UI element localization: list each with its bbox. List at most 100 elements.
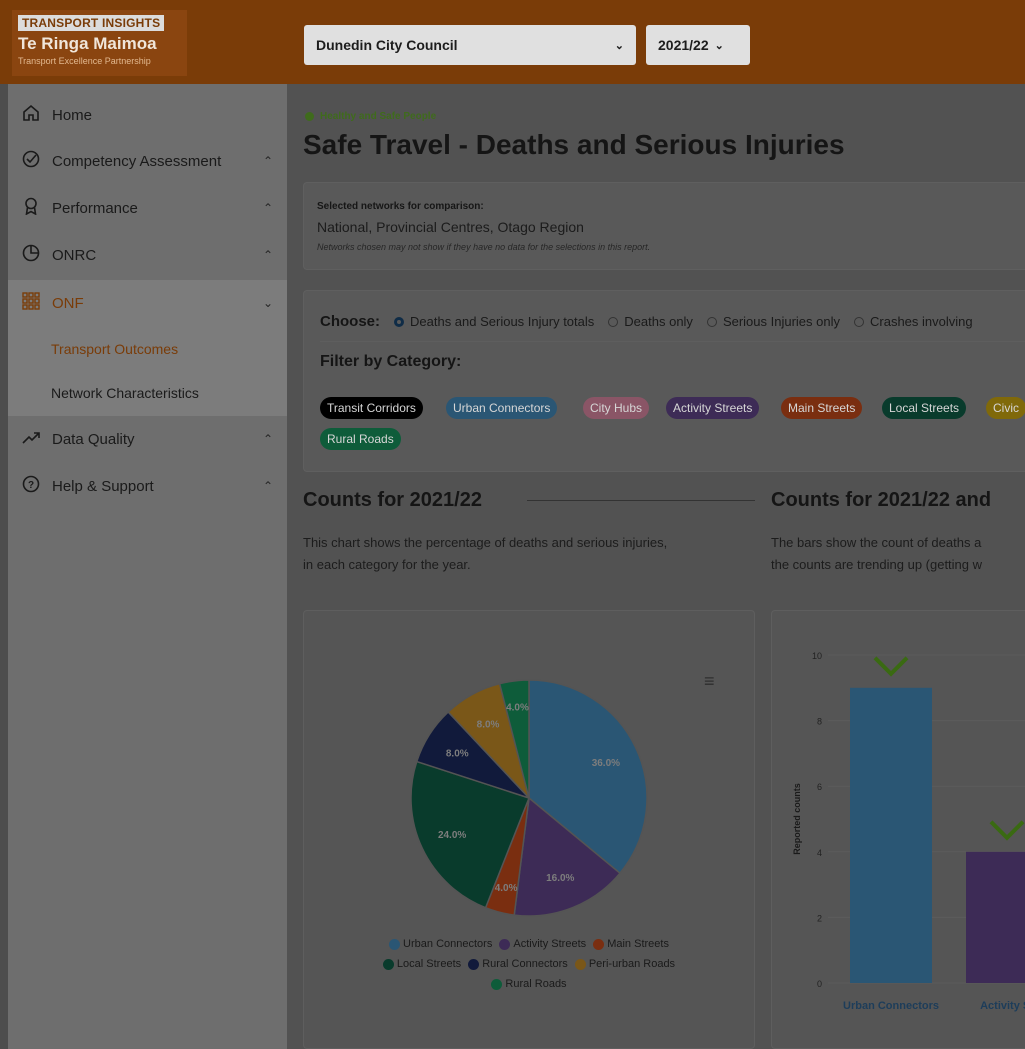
pie-data-label: 24.0% [438, 830, 466, 841]
legend-swatch [491, 979, 503, 990]
legend-item-rural-roads[interactable]: Rural Roads [491, 976, 567, 993]
radio-label: Serious Injuries only [722, 314, 840, 329]
left-desc-line2: in each category for the year. [303, 557, 471, 572]
chip-main-streets[interactable]: Main Streets [781, 397, 863, 419]
legend-label: Local Streets [396, 958, 462, 970]
y-axis-label: Reported counts [792, 783, 802, 855]
brand-line1: TRANSPORT INSIGHTS [18, 15, 165, 31]
sidebar-subitem-network-characteristics[interactable]: Network Characteristics [51, 385, 199, 401]
y-tick-label: 2 [817, 913, 822, 923]
legend-swatch [574, 959, 586, 970]
sidebar-item-home[interactable]: Home [8, 92, 287, 138]
sidebar-item-label: Competency Assessment [52, 152, 222, 170]
y-tick-label: 8 [817, 717, 822, 727]
right-section-desc: The bars show the count of deaths a the … [771, 532, 1025, 576]
filter-card: Choose: Deaths and Serious Injury totals… [303, 290, 1025, 472]
y-tick-label: 6 [817, 782, 822, 792]
choose-label: Choose: [320, 313, 380, 330]
pie-data-label: 4.0% [506, 703, 529, 714]
year-select-value: 2021/22 [658, 37, 709, 53]
pie-chart-card: ≡ 36.0% 16.0% 4.0% 24.0% 8.0% 8.0% 4.0% Urban … [303, 610, 755, 1049]
legend-item-local-streets[interactable]: Local Streets [382, 956, 462, 973]
sidebar-item-onrc[interactable]: ONRC ⌃ [8, 232, 287, 278]
sidebar-item-label: Help & Support [52, 477, 154, 495]
left-desc-line1: This chart shows the percentage of death… [303, 535, 668, 550]
chevron-down-icon: ⌄ [262, 296, 273, 310]
svg-text:?: ? [28, 480, 34, 491]
chevron-up-icon: ⌃ [262, 201, 273, 215]
sidebar-item-competency[interactable]: Competency Assessment ⌃ [8, 138, 287, 184]
legend-swatch [382, 959, 394, 970]
year-select[interactable]: 2021/22 ⌄ [646, 25, 750, 65]
radio-selected-icon [394, 316, 404, 327]
tag-dot-icon [305, 112, 314, 121]
radio-label: Crashes involving [870, 314, 973, 329]
radio-dsi-totals[interactable]: Deaths and Serious Injury totals [394, 314, 594, 329]
main-content: Healthy and Safe People Safe Travel - De… [287, 84, 1025, 1049]
sidebar-item-label: Data Quality [52, 430, 135, 448]
legend-item-urban-connectors[interactable]: Urban Connectors [389, 936, 492, 953]
legend-item-rural-connectors[interactable]: Rural Connectors [468, 956, 568, 973]
legend-item-main-streets[interactable]: Main Streets [593, 936, 669, 953]
radio-icon [854, 316, 864, 327]
bar-chart: 0 2 4 6 8 10 Reported counts Urban Connectors Ac… [792, 651, 1025, 1012]
legend-item-activity-streets[interactable]: Activity Streets [499, 936, 586, 953]
chip-urban-connectors[interactable]: Urban Connectors [446, 397, 558, 419]
right-desc-line2: the counts are trending up (getting w [771, 557, 983, 572]
chevron-down-icon: ⌄ [614, 39, 624, 52]
council-select[interactable]: Dunedin City Council ⌄ [304, 25, 636, 65]
trend-icon [20, 428, 42, 451]
sidebar-item-label: Home [52, 106, 93, 124]
sidebar-item-label: Performance [52, 199, 138, 217]
chip-local-streets[interactable]: Local Streets [882, 397, 967, 419]
chip-civic[interactable]: Civic [986, 397, 1025, 419]
brand-line3: Transport Excellence Partnership [18, 56, 151, 66]
bar-urban-connectors[interactable] [850, 687, 932, 983]
radio-serious-injuries-only[interactable]: Serious Injuries only [706, 314, 840, 329]
y-tick-label: 10 [812, 651, 822, 661]
pie-legend: Urban Connectors Activity Streets Main S… [304, 936, 754, 996]
choose-row: Choose: Deaths and Serious Injury totals… [320, 313, 973, 330]
sidebar-item-data-quality[interactable]: Data Quality ⌃ [8, 416, 287, 462]
legend-swatch [468, 959, 480, 970]
sidebar-item-help[interactable]: ? Help & Support ⌃ [8, 463, 287, 509]
brand-logo[interactable]: TRANSPORT INSIGHTS Te Ringa Maimoa Trans… [12, 10, 187, 76]
sidebar-item-performance[interactable]: Performance ⌃ [8, 185, 287, 231]
sidebar-item-onf[interactable]: ONF ⌄ [8, 280, 287, 326]
pie-data-label: 8.0% [446, 748, 469, 759]
x-tick-label: Urban Connectors [843, 1000, 939, 1012]
award-icon [20, 197, 42, 220]
legend-item-peri-urban-roads[interactable]: Peri-urban Roads [574, 956, 676, 973]
radio-label: Deaths only [624, 314, 693, 329]
home-icon [20, 104, 42, 127]
radio-deaths-only[interactable]: Deaths only [608, 314, 693, 329]
chip-transit-corridors[interactable]: Transit Corridors [320, 397, 423, 419]
brand-line2: Te Ringa Maimoa [18, 34, 157, 53]
pie-data-label: 16.0% [546, 873, 574, 884]
radio-crashes-involving[interactable]: Crashes involving [854, 314, 973, 329]
left-section-title: Counts for 2021/22 [303, 489, 482, 511]
section-divider [527, 500, 755, 501]
category-tag: Healthy and Safe People [305, 111, 436, 122]
grid-icon [20, 291, 42, 315]
chevron-up-icon: ⌃ [262, 432, 273, 446]
legend-label: Rural Roads [505, 978, 567, 990]
chevron-down-icon: ⌄ [714, 39, 724, 52]
x-tick-label: Activity St [980, 1000, 1025, 1012]
sidebar-subitem-transport-outcomes[interactable]: Transport Outcomes [51, 341, 178, 357]
sidebar-item-label: ONRC [52, 246, 97, 264]
chip-rural-roads[interactable]: Rural Roads [320, 428, 401, 450]
legend-label: Rural Connectors [482, 958, 568, 970]
chevron-up-icon: ⌃ [262, 154, 273, 168]
chevron-up-icon: ⌃ [262, 248, 273, 262]
top-bar: TRANSPORT INSIGHTS Te Ringa Maimoa Trans… [0, 0, 1025, 84]
legend-label: Peri-urban Roads [588, 958, 676, 970]
right-desc-line1: The bars show the count of deaths a [771, 535, 982, 550]
bar-activity-st[interactable] [966, 851, 1025, 983]
chip-city-hubs[interactable]: City Hubs [583, 397, 650, 419]
networks-card: Selected networks for comparison: Nation… [303, 182, 1025, 270]
chip-activity-streets[interactable]: Activity Streets [666, 397, 760, 419]
legend-swatch [389, 939, 401, 950]
pie-data-label: 4.0% [495, 883, 518, 894]
radio-label: Deaths and Serious Injury totals [410, 314, 595, 329]
